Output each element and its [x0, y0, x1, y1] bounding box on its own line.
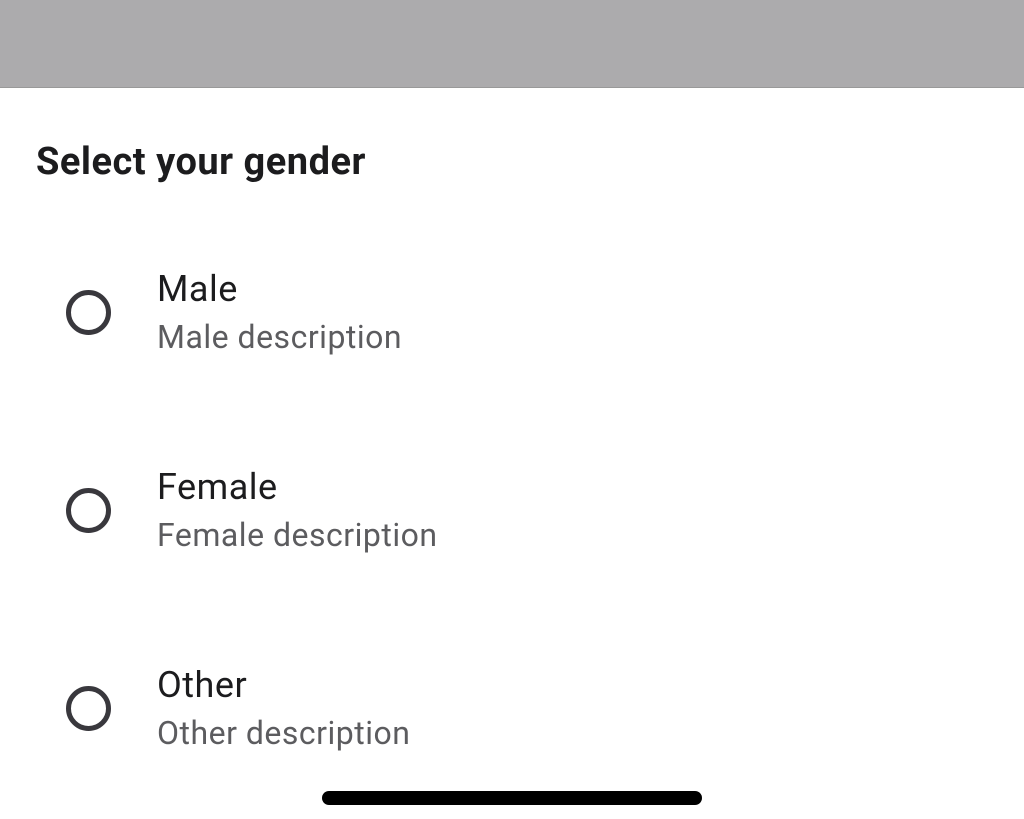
option-text: Female Female description	[157, 466, 438, 554]
radio-icon	[66, 290, 111, 335]
radio-icon	[66, 686, 111, 731]
home-indicator	[322, 791, 702, 805]
option-female[interactable]: Female Female description	[66, 466, 988, 554]
option-male[interactable]: Male Male description	[66, 268, 988, 356]
top-bar	[0, 0, 1024, 88]
option-text: Male Male description	[157, 268, 402, 356]
option-label: Other	[157, 664, 410, 706]
radio-icon	[66, 488, 111, 533]
option-label: Female	[157, 466, 438, 508]
option-description: Male description	[157, 318, 402, 356]
option-other[interactable]: Other Other description	[66, 664, 988, 752]
page-title: Select your gender	[36, 140, 988, 184]
option-text: Other Other description	[157, 664, 410, 752]
content-area: Select your gender Male Male description…	[0, 88, 1024, 752]
option-list: Male Male description Female Female desc…	[36, 268, 988, 752]
option-label: Male	[157, 268, 402, 310]
option-description: Other description	[157, 714, 410, 752]
option-description: Female description	[157, 516, 438, 554]
